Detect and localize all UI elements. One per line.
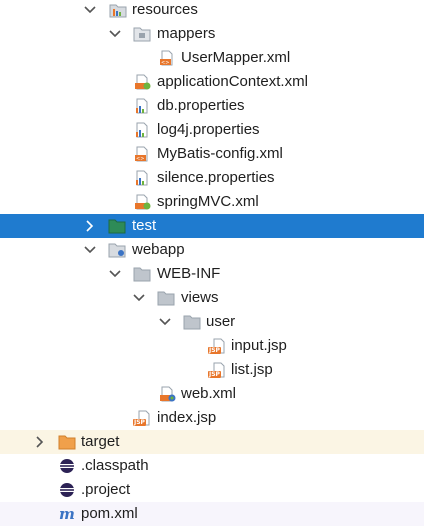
folder-icon bbox=[183, 314, 201, 330]
tree-row-classpath[interactable]: .classpath bbox=[0, 454, 424, 478]
eclipse-icon bbox=[58, 458, 76, 474]
jsp-badge: JSP bbox=[208, 347, 221, 354]
eclipse-icon bbox=[58, 482, 76, 498]
tree-label: views bbox=[181, 289, 219, 306]
jsp-file-icon: JSP bbox=[133, 410, 151, 426]
chevron-down-icon[interactable] bbox=[108, 262, 122, 286]
tree-label: mappers bbox=[157, 25, 216, 42]
target-folder-icon bbox=[58, 434, 76, 450]
project-explorer-tree: resources mappers <> UserMapper.xml appl… bbox=[0, 0, 424, 526]
svg-text:m: m bbox=[59, 506, 75, 522]
spring-xml-file-icon bbox=[133, 194, 151, 210]
tree-row-spring-mvc[interactable]: springMVC.xml bbox=[0, 190, 424, 214]
tree-label: test bbox=[132, 217, 157, 234]
tree-label: user bbox=[206, 313, 236, 330]
tree-row-target[interactable]: target bbox=[0, 430, 424, 454]
maven-icon: m bbox=[58, 506, 76, 522]
tree-row-index-jsp[interactable]: JSP index.jsp bbox=[0, 406, 424, 430]
tree-label: list.jsp bbox=[231, 361, 273, 378]
tree-row-user[interactable]: user bbox=[0, 310, 424, 334]
tree-label: web.xml bbox=[181, 385, 237, 402]
tree-row-application-context[interactable]: applicationContext.xml bbox=[0, 70, 424, 94]
tree-row-mybatis-config[interactable]: <> MyBatis-config.xml bbox=[0, 142, 424, 166]
chevron-down-icon[interactable] bbox=[83, 238, 97, 262]
tree-row-views[interactable]: views bbox=[0, 286, 424, 310]
properties-file-icon bbox=[133, 170, 151, 186]
tree-row-input-jsp[interactable]: JSP input.jsp bbox=[0, 334, 424, 358]
tree-label: .classpath bbox=[81, 457, 149, 474]
tree-label: webapp bbox=[132, 241, 185, 258]
chevron-down-icon[interactable] bbox=[158, 310, 172, 334]
tree-row-resources[interactable]: resources bbox=[0, 0, 424, 22]
jsp-badge: JSP bbox=[133, 419, 146, 426]
tree-row-mappers[interactable]: mappers bbox=[0, 22, 424, 46]
tree-label: index.jsp bbox=[157, 409, 217, 426]
web-folder-icon bbox=[108, 242, 126, 258]
properties-file-icon bbox=[133, 122, 151, 138]
tree-row-db-properties[interactable]: db.properties bbox=[0, 94, 424, 118]
folder-icon bbox=[133, 266, 151, 282]
jsp-file-icon: JSP bbox=[208, 338, 226, 354]
tree-row-webapp[interactable]: webapp bbox=[0, 238, 424, 262]
chevron-right-icon[interactable] bbox=[83, 214, 97, 238]
folder-icon bbox=[157, 290, 175, 306]
tree-row-pom-xml[interactable]: m pom.xml bbox=[0, 502, 424, 526]
tree-label: resources bbox=[132, 1, 198, 18]
tree-row-project[interactable]: .project bbox=[0, 478, 424, 502]
tree-label: input.jsp bbox=[231, 337, 287, 354]
tree-row-list-jsp[interactable]: JSP list.jsp bbox=[0, 358, 424, 382]
xml-file-icon: <> bbox=[133, 146, 151, 162]
tree-label: .project bbox=[81, 481, 131, 498]
tree-row-test[interactable]: test bbox=[0, 214, 424, 238]
jsp-file-icon: JSP bbox=[208, 362, 226, 378]
tree-label: applicationContext.xml bbox=[157, 73, 308, 90]
tree-row-web-xml[interactable]: web.xml bbox=[0, 382, 424, 406]
resource-folder-icon bbox=[109, 2, 127, 18]
tree-label: silence.properties bbox=[157, 169, 275, 186]
tree-label: pom.xml bbox=[81, 505, 138, 522]
chevron-down-icon[interactable] bbox=[83, 0, 97, 22]
package-folder-icon bbox=[133, 26, 151, 42]
source-folder-icon bbox=[108, 218, 126, 234]
chevron-down-icon[interactable] bbox=[132, 286, 146, 310]
jsp-badge: JSP bbox=[208, 371, 221, 378]
spring-xml-file-icon bbox=[133, 74, 151, 90]
tree-label: MyBatis-config.xml bbox=[157, 145, 283, 162]
web-xml-file-icon bbox=[158, 386, 176, 402]
tree-row-user-mapper[interactable]: <> UserMapper.xml bbox=[0, 46, 424, 70]
tree-label: springMVC.xml bbox=[157, 193, 259, 210]
properties-file-icon bbox=[133, 98, 151, 114]
tree-row-web-inf[interactable]: WEB-INF bbox=[0, 262, 424, 286]
tree-row-log4j-properties[interactable]: log4j.properties bbox=[0, 118, 424, 142]
tree-label: WEB-INF bbox=[157, 265, 221, 282]
tree-row-silence-properties[interactable]: silence.properties bbox=[0, 166, 424, 190]
svg-text:<>: <> bbox=[136, 156, 144, 162]
xml-file-icon: <> bbox=[158, 50, 176, 66]
chevron-down-icon[interactable] bbox=[108, 22, 122, 46]
tree-label: target bbox=[81, 433, 120, 450]
tree-label: db.properties bbox=[157, 97, 245, 114]
tree-label: UserMapper.xml bbox=[181, 49, 291, 66]
chevron-right-icon[interactable] bbox=[33, 430, 47, 454]
tree-label: log4j.properties bbox=[157, 121, 260, 138]
svg-text:<>: <> bbox=[161, 60, 169, 66]
